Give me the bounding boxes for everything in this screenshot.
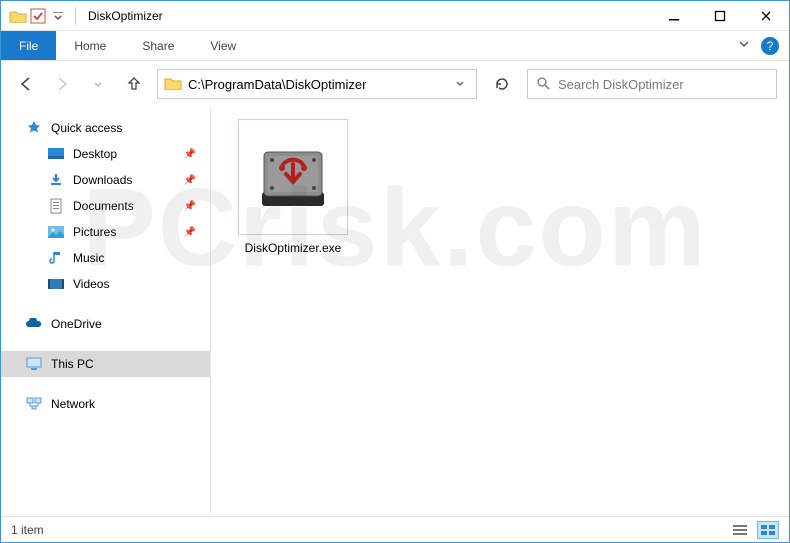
sidebar-item-label: Quick access [51,121,122,135]
properties-icon[interactable] [29,7,47,25]
expand-ribbon-icon[interactable] [737,37,751,54]
pictures-icon [47,224,65,240]
back-button[interactable] [13,71,39,97]
sidebar-item-desktop[interactable]: Desktop 📌 [1,141,210,167]
folder-icon [9,7,27,25]
address-bar[interactable] [157,69,477,99]
divider [75,7,76,25]
onedrive-icon [25,316,43,332]
titlebar: DiskOptimizer [1,1,789,31]
forward-button[interactable] [49,71,75,97]
status-bar: 1 item [1,516,789,542]
sidebar-item-music[interactable]: Music [1,245,210,271]
maximize-button[interactable] [697,1,743,31]
large-icons-view-button[interactable] [757,521,779,539]
sidebar-item-label: Desktop [73,147,117,161]
close-button[interactable] [743,1,789,31]
address-dropdown-icon[interactable] [450,77,470,92]
sidebar-item-videos[interactable]: Videos [1,271,210,297]
details-view-button[interactable] [729,521,751,539]
sidebar-item-label: Documents [73,199,134,213]
up-button[interactable] [121,71,147,97]
folder-icon [164,76,182,92]
sidebar-quick-access[interactable]: Quick access [1,115,210,141]
search-icon [536,76,550,93]
sidebar-item-label: Videos [73,277,109,291]
search-input[interactable] [558,77,768,92]
recent-locations-button[interactable] [85,71,111,97]
window-title: DiskOptimizer [84,9,651,23]
help-icon[interactable]: ? [761,37,779,55]
sidebar-network[interactable]: Network [1,391,210,417]
sidebar-item-pictures[interactable]: Pictures 📌 [1,219,210,245]
pin-icon: 📌 [184,175,196,186]
pin-icon: 📌 [184,227,196,238]
sidebar-onedrive[interactable]: OneDrive [1,311,210,337]
sidebar-item-label: This PC [51,357,94,371]
navigation-row [1,61,789,107]
search-box[interactable] [527,69,777,99]
tab-view[interactable]: View [192,31,254,60]
network-icon [25,396,43,412]
quick-access-toolbar [1,7,67,25]
tab-share[interactable]: Share [124,31,192,60]
pin-icon: 📌 [184,149,196,160]
sidebar-item-label: OneDrive [51,317,102,331]
sidebar-item-label: Downloads [73,173,132,187]
sidebar-item-documents[interactable]: Documents 📌 [1,193,210,219]
sidebar-item-downloads[interactable]: Downloads 📌 [1,167,210,193]
file-tab[interactable]: File [1,31,56,60]
file-list[interactable]: DiskOptimizer.exe [211,107,789,516]
downloads-icon [47,172,65,188]
sidebar-item-label: Network [51,397,95,411]
videos-icon [47,276,65,292]
star-icon [25,120,43,136]
file-name: DiskOptimizer.exe [245,241,342,255]
status-text: 1 item [11,523,44,537]
ribbon-bar: File Home Share View ? [1,31,789,61]
file-item[interactable]: DiskOptimizer.exe [223,119,363,255]
sidebar-this-pc[interactable]: This PC [1,351,210,377]
sidebar-item-label: Pictures [73,225,116,239]
sidebar-item-label: Music [73,251,104,265]
music-icon [47,250,65,266]
chevron-down-icon[interactable] [49,7,67,25]
this-pc-icon [25,356,43,372]
documents-icon [47,198,65,214]
minimize-button[interactable] [651,1,697,31]
navigation-pane: Quick access Desktop 📌 Downloads 📌 Docum… [1,107,211,516]
refresh-button[interactable] [487,69,517,99]
address-input[interactable] [188,77,450,92]
pin-icon: 📌 [184,201,196,212]
desktop-icon [47,146,65,162]
main-area: Quick access Desktop 📌 Downloads 📌 Docum… [1,107,789,516]
tab-home[interactable]: Home [56,31,124,60]
disk-drive-icon [238,119,348,235]
window-controls [651,1,789,31]
